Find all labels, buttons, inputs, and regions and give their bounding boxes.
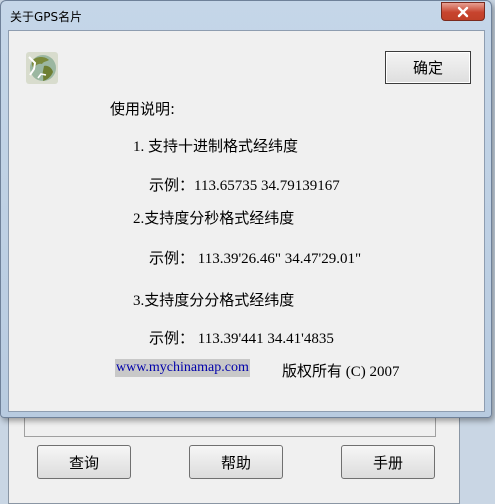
- globe-map-icon: [26, 52, 58, 84]
- manual-button[interactable]: 手册: [341, 445, 435, 479]
- format-item-decimal: 1. 支持十进制格式经纬度: [133, 139, 299, 155]
- format-item-dms: 2.支持度分秒格式经纬度: [133, 211, 295, 227]
- close-button[interactable]: [441, 2, 485, 21]
- ok-button[interactable]: 确定: [385, 51, 471, 84]
- format-item-dmm: 3.支持度分分格式经纬度: [133, 293, 295, 309]
- help-button[interactable]: 帮助: [189, 445, 283, 479]
- query-button[interactable]: 查询: [37, 445, 131, 479]
- close-icon: [457, 6, 469, 17]
- dialog-title: 关于GPS名片: [10, 10, 83, 24]
- about-dialog: 关于GPS名片 确定 使用说明: 1. 支持十进制格式经纬度 示例：113.65…: [0, 0, 492, 418]
- example-dmm: 示例： 113.39'441 34.41'4835: [149, 331, 334, 347]
- dialog-titlebar[interactable]: 关于GPS名片: [1, 1, 491, 31]
- website-link[interactable]: www.mychinamap.com: [115, 359, 250, 377]
- dialog-client-area: 确定 使用说明: 1. 支持十进制格式经纬度 示例：113.65735 34.7…: [8, 30, 485, 412]
- usage-heading: 使用说明:: [110, 100, 176, 118]
- example-dms: 示例： 113.39'26.46" 34.47'29.01": [149, 251, 362, 267]
- copyright-text: 版权所有 (C) 2007: [282, 364, 400, 380]
- example-decimal: 示例：113.65735 34.79139167: [149, 178, 340, 194]
